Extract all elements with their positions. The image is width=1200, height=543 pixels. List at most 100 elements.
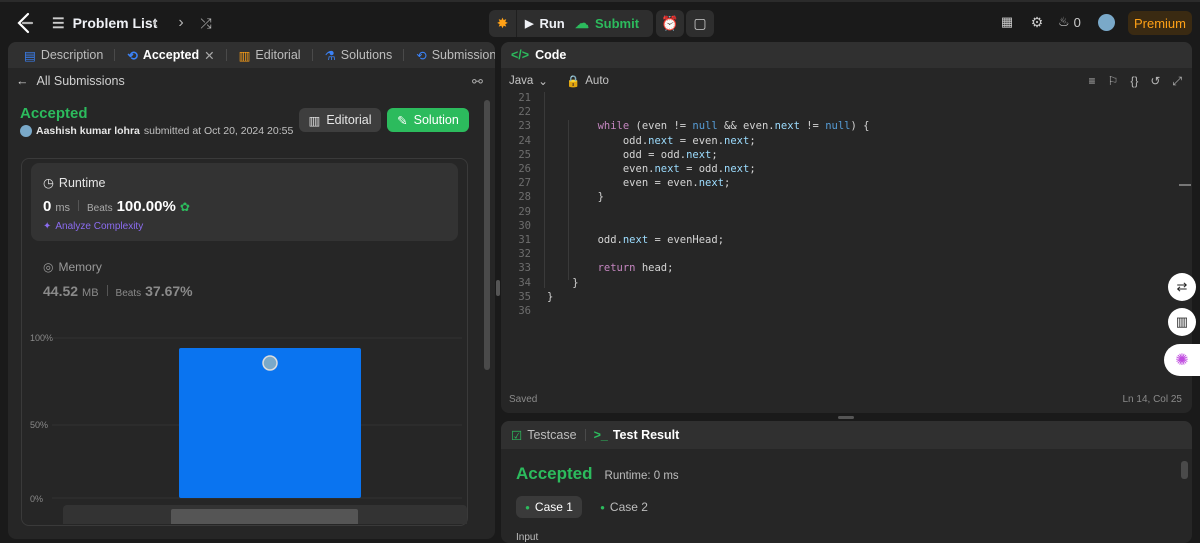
tab-description[interactable]: ▤ Description (18, 42, 121, 68)
submit-label: Submit (595, 16, 640, 31)
run-submit-group: ✸ ▶ Run ☁ Submit (489, 10, 653, 37)
chart-scroll-thumb[interactable] (171, 509, 358, 524)
runtime-card[interactable]: ◷ Runtime 0 ms Beats 100.00% ✿ ✦ Analyze C… (31, 163, 458, 241)
reset-icon[interactable]: ↺ (1150, 74, 1160, 89)
code-line[interactable]: odd = odd.next; (547, 149, 718, 161)
layout-grid-icon[interactable]: ▦ (999, 14, 1015, 30)
line-number: 27 (518, 177, 531, 190)
checkbox-icon: ☑ (511, 428, 523, 443)
code-line[interactable]: odd.next = even.next; (547, 135, 756, 147)
braces-icon[interactable]: {} (1130, 74, 1138, 89)
all-submissions-link[interactable]: ← All Submissions (16, 74, 125, 88)
code-line[interactable]: } (547, 291, 553, 303)
line-number: 21 (518, 92, 531, 104)
alarm-clock-icon[interactable]: ⏰ (656, 10, 684, 37)
auto-mode[interactable]: 🔒 Auto (566, 74, 609, 88)
case-1-tab[interactable]: ● Case 1 (516, 496, 582, 518)
format-icon[interactable]: ≡ (1089, 74, 1096, 89)
leetcode-logo[interactable] (14, 12, 36, 34)
gear-icon[interactable]: ⚙ (1029, 14, 1045, 30)
result-panel: ☑ Testcase >_ Test Result Accepted Runtime… (501, 421, 1192, 543)
case-2-tab[interactable]: ● Case 2 (591, 496, 657, 518)
vertical-resize-handle[interactable] (496, 280, 500, 296)
run-button[interactable]: ▶ Run (525, 10, 565, 37)
tab-accepted[interactable]: ⟲ Accepted ✕ (121, 42, 232, 68)
scrollbar-thumb[interactable] (484, 100, 490, 370)
line-number: 24 (518, 134, 531, 147)
scrollbar-thumb[interactable] (1181, 461, 1188, 479)
line-number: 29 (518, 205, 531, 218)
book-icon: ▥ (308, 113, 321, 128)
submitted-time: submitted at Oct 20, 2024 20:55 (143, 125, 294, 137)
streak-counter[interactable]: ♨ 0 (1058, 14, 1081, 30)
line-number: 31 (518, 234, 531, 246)
horizontal-resize-handle[interactable] (838, 416, 854, 419)
editorial-button[interactable]: ▥ Editorial (299, 108, 381, 132)
result-runtime: Runtime: 0 ms (604, 470, 679, 482)
scrollbar[interactable] (1180, 451, 1189, 541)
language-select[interactable]: Java ⌄ (509, 74, 548, 88)
line-number: 32 (518, 248, 531, 261)
tab-label: Testcase (527, 428, 577, 442)
avatar (262, 355, 278, 371)
submission-status: Accepted (20, 105, 88, 122)
edit-icon: ✎ (397, 113, 408, 128)
code-line[interactable]: odd.next = evenHead; (547, 234, 724, 246)
memory-header[interactable]: ◎ Memory (43, 260, 102, 274)
solution-button[interactable]: ✎ Solution (387, 108, 469, 132)
tab-label: Editorial (255, 48, 301, 62)
shuffle-icon[interactable]: ⤮ (195, 12, 217, 34)
close-icon[interactable]: ✕ (204, 48, 214, 63)
ai-brain-icon[interactable]: ✺ (1164, 344, 1200, 376)
tab-label: Accepted (142, 48, 200, 62)
runtime-distribution-chart[interactable]: 100% 50% 0% (22, 324, 469, 524)
document-icon: ▤ (24, 48, 36, 63)
tab-solutions[interactable]: ⚗ Solutions (319, 42, 411, 68)
translate-icon[interactable]: ⇄ (1168, 273, 1196, 301)
line-number: 35 (518, 290, 531, 303)
tab-testcase[interactable]: ☑ Testcase (511, 428, 577, 443)
premium-button[interactable]: Premium (1128, 11, 1192, 35)
code-line[interactable]: even.next = odd.next; (547, 163, 756, 175)
notes-icon[interactable]: ▢ (686, 10, 714, 37)
code-line[interactable]: even = even.next; (547, 177, 731, 189)
link-icon[interactable]: ⚯ (472, 74, 483, 90)
avatar (20, 125, 32, 137)
indent-guide (568, 120, 569, 280)
analyze-complexity-link[interactable]: ✦ Analyze Complexity (43, 221, 143, 232)
tab-submissions[interactable]: ⟲ Submissions (410, 42, 495, 68)
problem-list-button[interactable]: ☰ Problem List (52, 10, 157, 36)
book-open-icon[interactable]: ▥ (1168, 308, 1196, 336)
input-label: Input (516, 532, 539, 543)
scrollbar[interactable] (483, 94, 491, 532)
language-label: Java (509, 75, 534, 87)
scroll-indicator (1179, 184, 1191, 186)
code-line[interactable]: } (547, 191, 604, 203)
code-line[interactable]: return head; (547, 262, 674, 274)
debug-icon[interactable]: ✸ (489, 10, 517, 37)
tab-editorial[interactable]: ▥ Editorial (233, 42, 319, 68)
all-submissions-label: All Submissions (36, 74, 125, 88)
code-line[interactable]: } (547, 277, 578, 289)
username[interactable]: Aashish kumar lohra (36, 125, 140, 137)
tab-label: Description (40, 48, 104, 62)
expand-icon[interactable]: ⤢ (1172, 74, 1182, 89)
runtime-beats: 100.00% (116, 198, 176, 215)
editorial-label: Editorial (326, 113, 372, 127)
submit-button[interactable]: ☁ Submit (575, 10, 639, 37)
memory-beats: 37.67% (145, 283, 193, 299)
tab-label: Test Result (612, 428, 680, 442)
result-summary: Accepted Runtime: 0 ms (516, 464, 679, 484)
line-number: 36 (518, 305, 531, 317)
next-problem-icon[interactable]: › (170, 12, 192, 34)
memory-chip-icon: ◎ (43, 260, 54, 274)
history-icon: ⟲ (416, 48, 427, 63)
bookmark-icon[interactable]: ⚐ (1108, 74, 1119, 89)
tab-test-result[interactable]: >_ Test Result (594, 428, 680, 442)
code-line[interactable]: while (even != null && even.next != null… (547, 120, 870, 132)
prev-problem-icon[interactable]: ‹ (144, 12, 166, 34)
avatar[interactable] (1098, 14, 1115, 31)
code-actions: ≡ ⚐ {} ↺ ⤢ (1089, 74, 1182, 89)
submission-panel: ▤ Description ⟲ Accepted ✕ ▥ Editorial ⚗ Solu… (8, 42, 495, 539)
memory-values: 44.52 MB Beats 37.67% (43, 283, 193, 299)
